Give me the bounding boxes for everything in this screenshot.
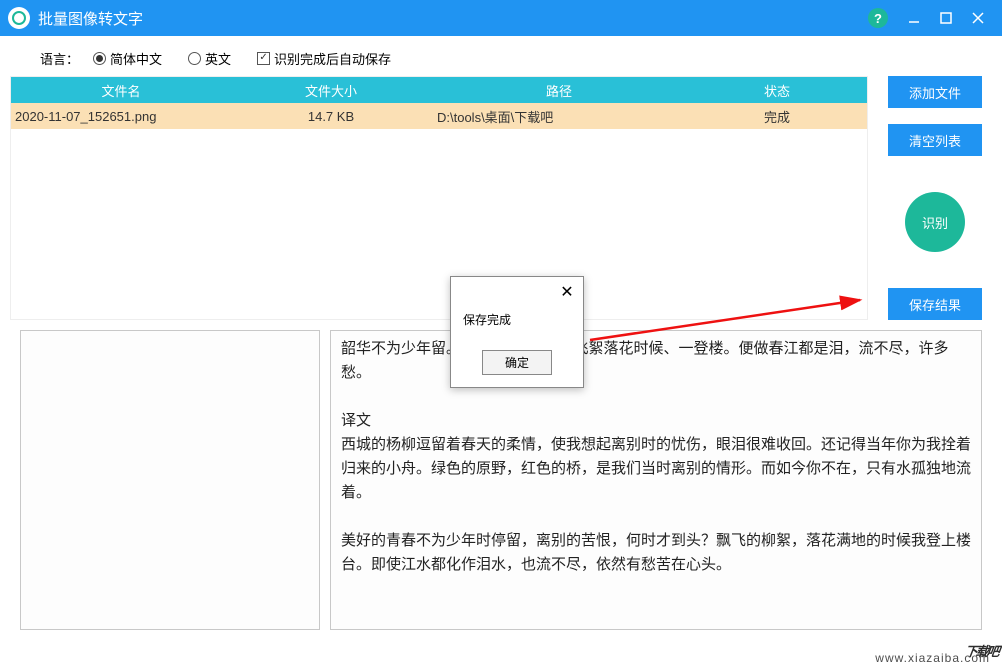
help-icon[interactable]: ? <box>868 8 888 28</box>
cell-name: 2020-11-07_152651.png <box>11 109 231 124</box>
table-row[interactable]: 2020-11-07_152651.png 14.7 KB D:\tools\桌… <box>11 103 867 129</box>
language-label: 语言： <box>40 49 79 68</box>
maximize-button[interactable] <box>930 2 962 34</box>
radio-icon <box>188 52 201 65</box>
app-icon <box>8 7 30 29</box>
radio-zh-label: 简体中文 <box>110 49 162 68</box>
save-dialog: ✕ 保存完成 确定 <box>450 276 584 388</box>
table-body[interactable]: 2020-11-07_152651.png 14.7 KB D:\tools\桌… <box>11 103 867 298</box>
save-result-button[interactable]: 保存结果 <box>888 288 982 320</box>
cell-size: 14.7 KB <box>231 109 431 124</box>
add-file-button[interactable]: 添加文件 <box>888 76 982 108</box>
autosave-label: 识别完成后自动保存 <box>274 49 391 68</box>
radio-en[interactable]: 英文 <box>188 49 231 68</box>
autosave-checkbox[interactable]: ✓ 识别完成后自动保存 <box>257 49 391 68</box>
dialog-footer: 确定 <box>451 342 583 387</box>
recognize-button[interactable]: 识别 <box>905 192 965 252</box>
radio-en-label: 英文 <box>205 49 231 68</box>
clear-list-button[interactable]: 清空列表 <box>888 124 982 156</box>
dialog-ok-button[interactable]: 确定 <box>482 350 552 375</box>
watermark: 下载吧 www.xiazaiba.com <box>965 617 998 667</box>
radio-zh[interactable]: 简体中文 <box>93 49 162 68</box>
checkbox-icon: ✓ <box>257 52 270 65</box>
th-size: 文件大小 <box>231 81 431 100</box>
dialog-titlebar: ✕ <box>451 277 583 307</box>
dialog-message: 保存完成 <box>451 307 583 342</box>
app-title: 批量图像转文字 <box>38 8 868 29</box>
minimize-button[interactable] <box>898 2 930 34</box>
radio-icon <box>93 52 106 65</box>
th-path: 路径 <box>431 81 687 100</box>
cell-status: 完成 <box>687 107 867 126</box>
close-button[interactable] <box>962 2 994 34</box>
titlebar: 批量图像转文字 ? <box>0 0 1002 36</box>
dialog-close-icon[interactable]: ✕ <box>557 282 577 302</box>
options-row: 语言： 简体中文 英文 ✓ 识别完成后自动保存 <box>40 44 982 72</box>
result-text-panel[interactable]: 韶华不为少年留。 飞絮落花时候、一登楼。便做春江都是泪，流不尽，许多愁。 译文 … <box>330 330 982 630</box>
file-table: 文件名 文件大小 路径 状态 2020-11-07_152651.png 14.… <box>10 76 868 320</box>
table-header: 文件名 文件大小 路径 状态 <box>11 77 867 103</box>
thumbnail-panel[interactable] <box>20 330 320 630</box>
cell-path: D:\tools\桌面\下载吧 <box>431 107 687 126</box>
th-name: 文件名 <box>11 81 231 100</box>
side-buttons: 添加文件 清空列表 识别 保存结果 <box>888 76 982 320</box>
th-status: 状态 <box>687 81 867 100</box>
